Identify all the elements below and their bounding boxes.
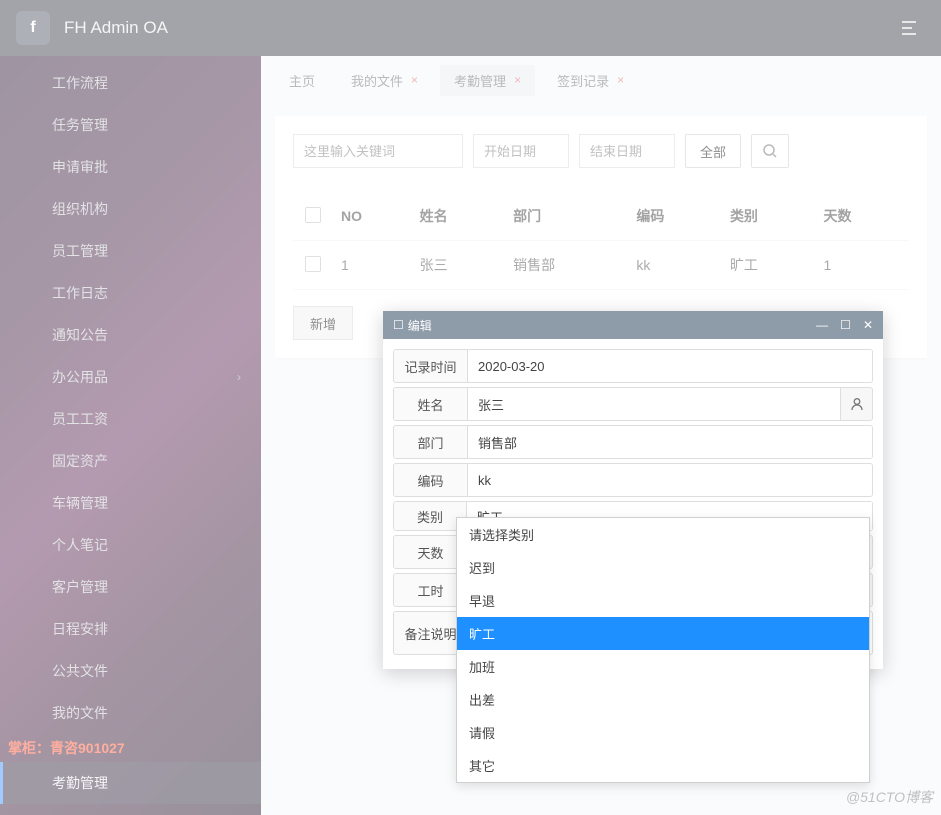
field-label-code: 编码: [394, 464, 468, 496]
name-input[interactable]: 张三: [468, 388, 840, 420]
dropdown-option[interactable]: 其它: [457, 749, 869, 782]
maximize-icon[interactable]: ☐: [840, 318, 851, 332]
dept-input[interactable]: 销售部: [468, 426, 872, 458]
dropdown-option[interactable]: 加班: [457, 650, 869, 683]
person-picker-icon[interactable]: [840, 388, 872, 420]
type-dropdown: 请选择类别迟到早退旷工加班出差请假其它: [456, 517, 870, 783]
window-icon: ☐: [393, 318, 404, 332]
minimize-icon[interactable]: —: [816, 318, 828, 332]
dropdown-option[interactable]: 迟到: [457, 551, 869, 584]
field-label-name: 姓名: [394, 388, 468, 420]
close-icon[interactable]: ✕: [863, 318, 873, 332]
field-label-dept: 部门: [394, 426, 468, 458]
dropdown-option[interactable]: 出差: [457, 683, 869, 716]
record-time-input[interactable]: 2020-03-20: [468, 350, 872, 382]
modal-header[interactable]: ☐ 编辑 — ☐ ✕: [383, 311, 883, 339]
code-input[interactable]: kk: [468, 464, 872, 496]
dropdown-option[interactable]: 请假: [457, 716, 869, 749]
modal-title: 编辑: [408, 317, 432, 334]
dropdown-option[interactable]: 请选择类别: [457, 518, 869, 551]
field-label-record-time: 记录时间: [394, 350, 468, 382]
dropdown-option[interactable]: 旷工: [457, 617, 869, 650]
watermark: @51CTO博客: [846, 787, 933, 807]
dropdown-option[interactable]: 早退: [457, 584, 869, 617]
